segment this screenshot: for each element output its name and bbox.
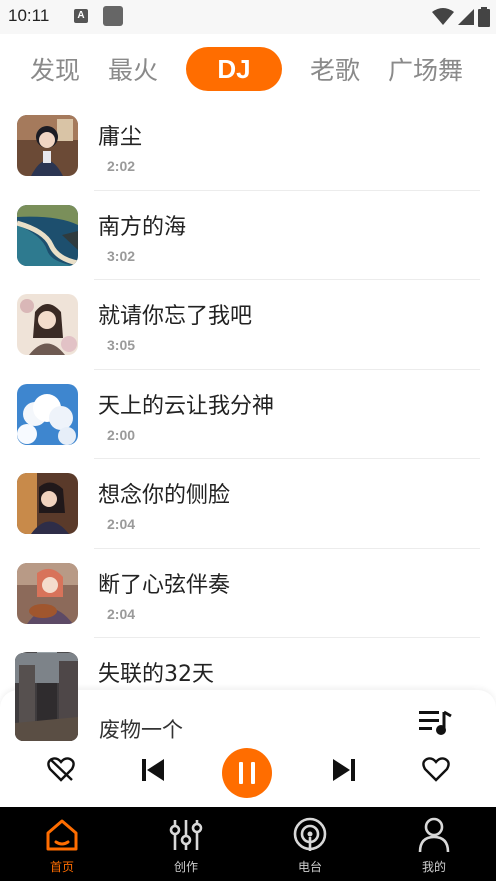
nav-home[interactable]: 首页 — [0, 807, 124, 881]
dislike-icon[interactable] — [47, 756, 75, 786]
user-icon — [414, 815, 454, 855]
nav-mine[interactable]: 我的 — [372, 807, 496, 881]
nav-label: 创作 — [173, 860, 198, 874]
category-tabs: 发现 最火 DJ 老歌 广场舞 — [0, 44, 496, 94]
song-cover — [17, 383, 78, 445]
home-icon — [42, 815, 82, 855]
list-item[interactable]: 想念你的侧脸 2:04 — [0, 459, 496, 549]
list-item[interactable]: 庸尘 2:02 — [0, 101, 496, 191]
list-item[interactable]: 天上的云让我分神 2:00 — [0, 370, 496, 459]
song-title: 南方的海 — [98, 214, 187, 240]
previous-icon[interactable] — [141, 758, 165, 786]
nav-label: 电台 — [297, 860, 322, 874]
tab-dj[interactable]: DJ — [186, 47, 283, 91]
song-title: 天上的云让我分神 — [98, 393, 275, 419]
tab-square-dance[interactable]: 广场舞 — [388, 51, 463, 87]
song-cover — [17, 204, 78, 266]
song-title: 失联的32天 — [98, 662, 214, 687]
song-duration: 3:02 — [107, 247, 136, 264]
song-title: 断了心弦伴奏 — [98, 572, 231, 598]
nav-label: 我的 — [421, 860, 446, 874]
song-list: 庸尘 2:02 南方的海 3:02 就请你忘了我吧 3:05 天上的云让我分神 … — [0, 101, 496, 691]
song-cover — [17, 562, 78, 624]
system-icons — [432, 7, 490, 27]
song-cover — [17, 294, 78, 355]
song-duration: 2:02 — [107, 158, 136, 174]
battery-icon — [478, 7, 490, 27]
radio-icon — [290, 815, 330, 855]
status-time: 10:11 — [8, 6, 50, 25]
sliders-icon — [166, 815, 206, 855]
song-title: 想念你的侧脸 — [98, 483, 231, 508]
list-item[interactable]: 就请你忘了我吧 3:05 — [0, 280, 496, 370]
tab-discover[interactable]: 发现 — [30, 51, 80, 87]
song-cover — [17, 473, 78, 534]
nav-create[interactable]: 创作 — [124, 807, 248, 881]
nav-radio[interactable]: 电台 — [248, 807, 372, 881]
song-duration: 2:04 — [107, 516, 136, 532]
next-icon[interactable] — [332, 758, 356, 786]
song-duration: 2:04 — [107, 605, 136, 622]
signal-icon — [458, 9, 474, 25]
song-duration: 2:00 — [107, 426, 136, 443]
heart-icon[interactable] — [422, 756, 450, 786]
mini-player: 废物一个 — [0, 653, 496, 807]
song-title: 庸尘 — [98, 125, 143, 150]
bottom-nav: 首页 创作 电台 我的 — [0, 807, 496, 881]
now-playing-title: 废物一个 — [99, 718, 183, 742]
nav-label: 首页 — [49, 860, 74, 874]
list-item[interactable]: 断了心弦伴奏 2:04 — [0, 549, 496, 638]
list-item[interactable]: 南方的海 3:02 — [0, 191, 496, 280]
notification-a-icon: A — [74, 9, 88, 23]
pause-button[interactable] — [222, 748, 272, 798]
wifi-icon — [432, 8, 454, 25]
pause-icon — [239, 762, 255, 784]
tab-oldies[interactable]: 老歌 — [310, 51, 360, 87]
status-bar: 10:11 A — [0, 0, 496, 34]
song-title: 就请你忘了我吧 — [98, 304, 253, 329]
tab-hottest[interactable]: 最火 — [108, 51, 158, 87]
notification-square-icon — [103, 6, 123, 26]
now-playing-cover[interactable] — [15, 653, 78, 741]
song-cover — [17, 115, 78, 176]
song-duration: 3:05 — [107, 337, 136, 353]
playlist-icon[interactable] — [417, 708, 453, 738]
